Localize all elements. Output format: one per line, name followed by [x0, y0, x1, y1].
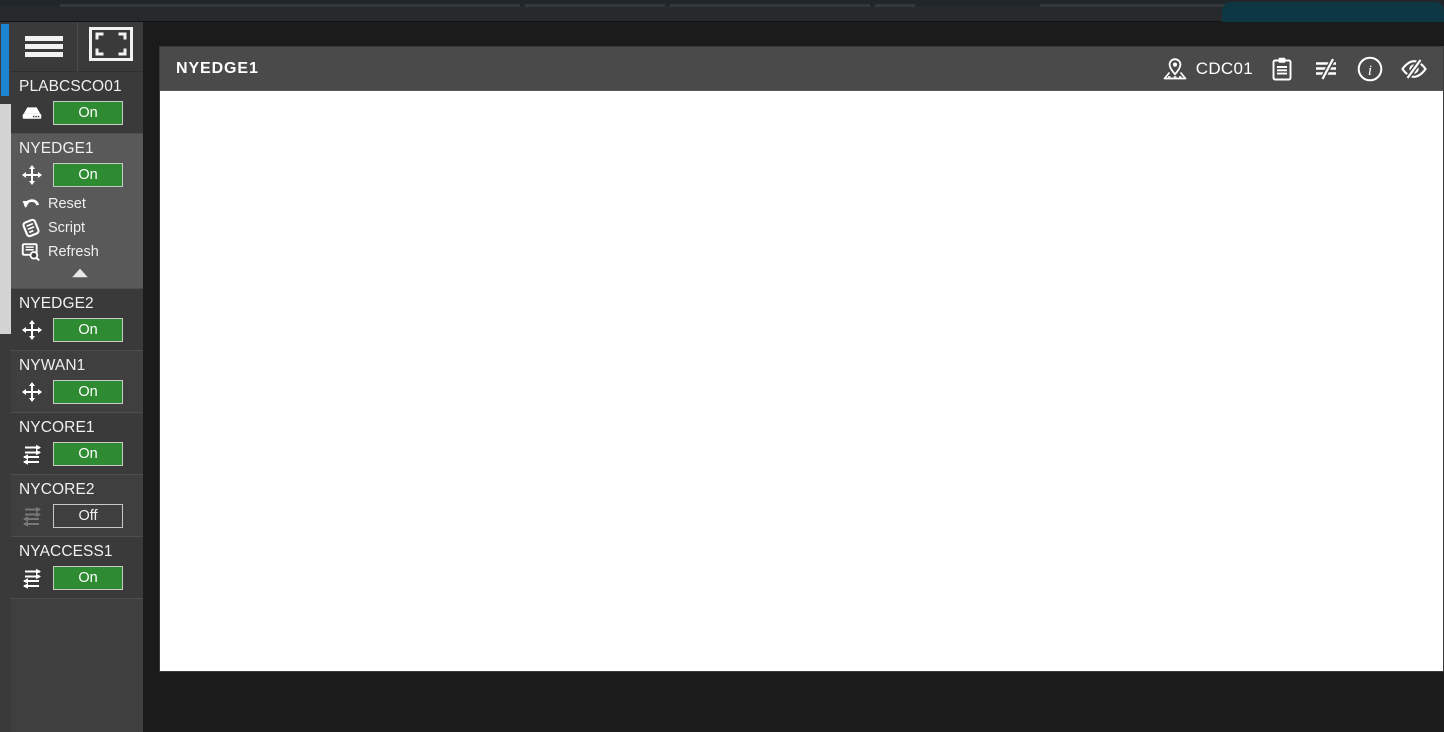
device-item[interactable]: NYCORE2 Off: [11, 475, 143, 537]
lines-slash-icon[interactable]: [1311, 54, 1341, 84]
menu-toggle-button[interactable]: [11, 22, 77, 72]
action-label: Reset: [48, 196, 86, 212]
router-icon: [19, 162, 45, 188]
router-icon: [19, 379, 45, 405]
device-name: NYCORE2: [19, 481, 95, 498]
sidebar-toolbar: [11, 22, 143, 72]
map-pin-icon: [1160, 54, 1190, 84]
device-name: NYCORE1: [19, 419, 95, 436]
terminal-canvas[interactable]: [160, 91, 1443, 671]
server-icon: [19, 100, 45, 126]
scroll-icon: [21, 218, 41, 238]
page-title: NYEDGE1: [176, 59, 259, 77]
console-panel: NYEDGE1 CDC01 i: [159, 46, 1444, 672]
site-selector[interactable]: CDC01: [1160, 54, 1253, 84]
device-power-row: On: [11, 99, 143, 127]
device-item[interactable]: NYEDGE1 On Reset Script Refresh: [11, 134, 143, 289]
fullscreen-toggle-button[interactable]: [77, 22, 143, 72]
browser-tab-ghost[interactable]: [60, 4, 520, 7]
action-label: Refresh: [48, 244, 99, 260]
clipboard-icon[interactable]: [1267, 54, 1297, 84]
power-toggle-button[interactable]: Off: [53, 504, 123, 528]
device-item[interactable]: NYCORE1 On: [11, 413, 143, 475]
switch-icon: [19, 565, 45, 591]
power-toggle-button[interactable]: On: [53, 101, 123, 125]
device-item[interactable]: NYEDGE2 On: [11, 289, 143, 351]
action-script[interactable]: Script: [17, 216, 143, 240]
device-item[interactable]: PLABCSCO01 On: [11, 72, 143, 134]
browser-tab-strip: [0, 0, 1444, 22]
device-power-row: On: [11, 316, 143, 344]
device-sidebar: PLABCSCO01 On NYEDGE1 On Reset Script Refresh N…: [11, 22, 143, 732]
active-accent-bar: [1, 24, 9, 96]
power-toggle-button[interactable]: On: [53, 163, 123, 187]
router-icon: [19, 317, 45, 343]
eye-slash-icon[interactable]: [1399, 54, 1429, 84]
svg-text:i: i: [1368, 63, 1372, 79]
power-toggle-button[interactable]: On: [53, 380, 123, 404]
device-power-row: Off: [11, 502, 143, 530]
device-name: NYWAN1: [19, 357, 86, 374]
switch-icon: [19, 503, 45, 529]
device-name: NYEDGE1: [19, 140, 94, 157]
power-toggle-button[interactable]: On: [53, 318, 123, 342]
console-panel-header: NYEDGE1 CDC01 i: [160, 47, 1443, 91]
device-name: NYEDGE2: [19, 295, 94, 312]
device-power-row: On: [11, 564, 143, 592]
action-refresh[interactable]: Refresh: [17, 240, 143, 264]
switch-icon: [19, 441, 45, 467]
browser-tab-active[interactable]: [1222, 2, 1444, 22]
undo-arrow-icon: [21, 194, 41, 214]
browser-tab-ghost[interactable]: [670, 4, 870, 7]
hamburger-icon: [25, 33, 63, 60]
fullscreen-icon: [88, 27, 133, 66]
browser-tab-ghost[interactable]: [525, 4, 665, 7]
sidebar-scroll-rail[interactable]: [0, 22, 11, 732]
power-toggle-button[interactable]: On: [53, 442, 123, 466]
app-window: PLABCSCO01 On NYEDGE1 On Reset Script Refresh N…: [0, 22, 1444, 732]
action-label: Script: [48, 220, 86, 236]
header-toolbar: CDC01 i: [1160, 54, 1443, 84]
device-power-row: On: [11, 378, 143, 406]
action-reset[interactable]: Reset: [17, 192, 143, 216]
device-item[interactable]: NYWAN1 On: [11, 351, 143, 413]
info-circle-icon[interactable]: i: [1355, 54, 1385, 84]
power-toggle-button[interactable]: On: [53, 566, 123, 590]
device-power-row: On: [11, 440, 143, 468]
screen-search-icon: [21, 242, 41, 262]
chevron-up-icon[interactable]: [17, 264, 143, 282]
device-item[interactable]: NYACCESS1 On: [11, 537, 143, 599]
device-name: NYACCESS1: [19, 543, 113, 560]
sidebar-scrollbar-thumb[interactable]: [0, 104, 11, 334]
device-list: PLABCSCO01 On NYEDGE1 On Reset Script Refresh N…: [11, 72, 143, 599]
device-name: PLABCSCO01: [19, 78, 122, 95]
browser-tab-ghost[interactable]: [875, 4, 915, 7]
device-power-row: On: [11, 161, 143, 189]
site-label: CDC01: [1195, 58, 1253, 78]
device-action-menu: Reset Script Refresh: [11, 189, 143, 282]
